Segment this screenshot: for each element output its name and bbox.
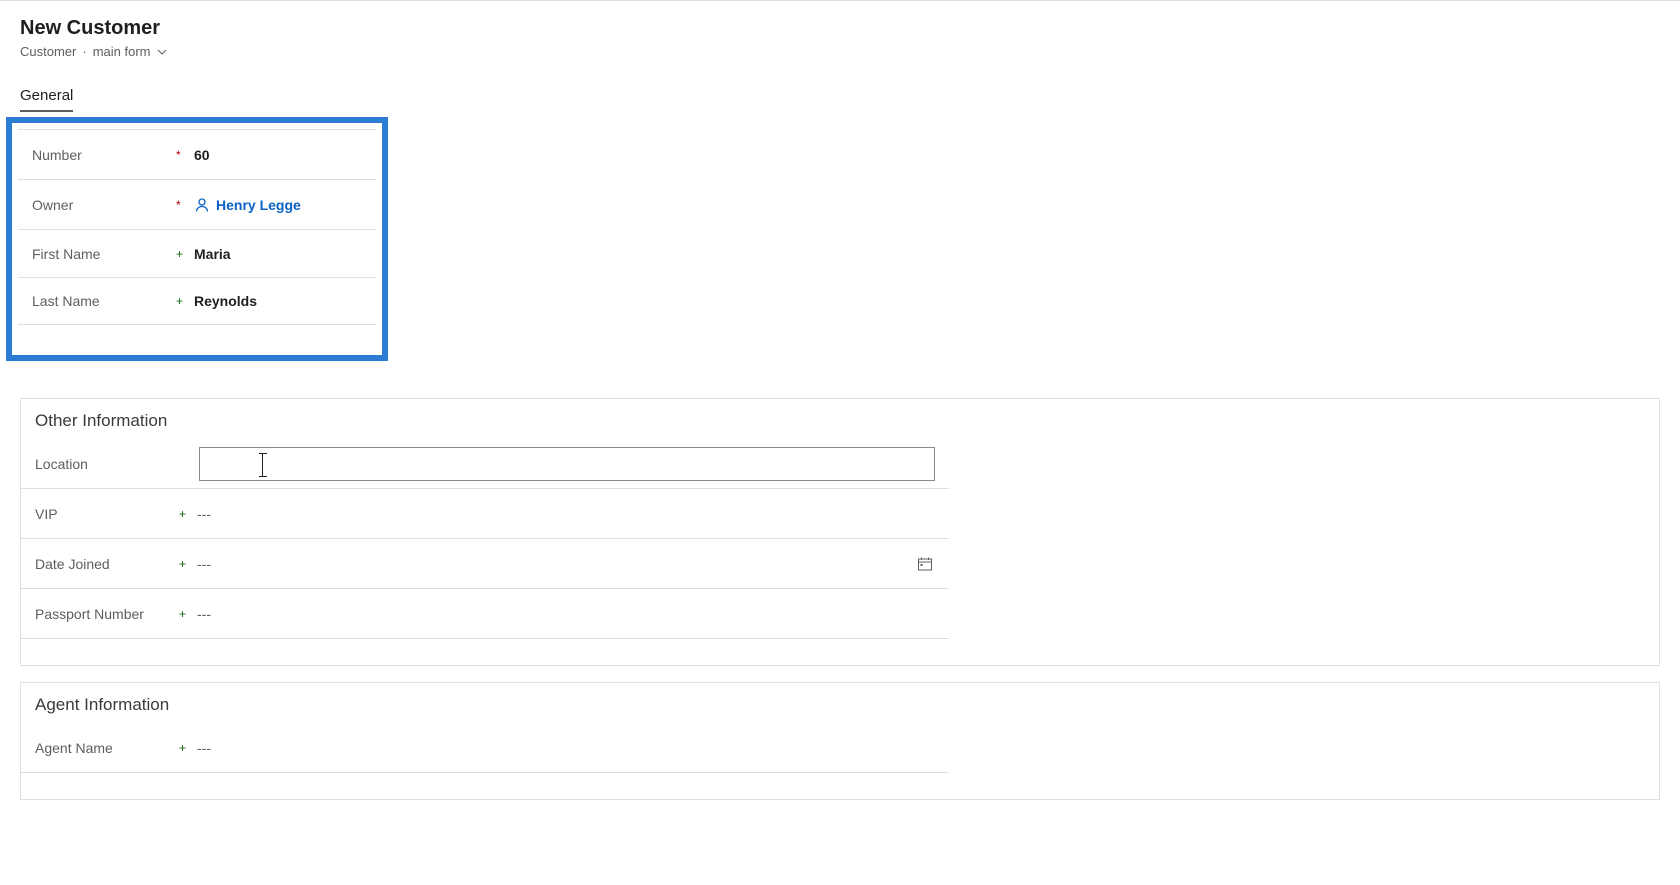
- required-marker: *: [176, 198, 194, 212]
- chevron-down-icon[interactable]: [157, 47, 167, 57]
- optional-marker: +: [176, 247, 194, 261]
- field-value-vip[interactable]: ---: [197, 506, 935, 522]
- field-row-first-name[interactable]: First Name + Maria: [18, 229, 376, 277]
- field-value-number[interactable]: 60: [194, 147, 362, 163]
- optional-marker: +: [179, 741, 197, 755]
- field-row-agent-name[interactable]: Agent Name + ---: [21, 723, 949, 773]
- field-label-date-joined: Date Joined: [35, 556, 179, 572]
- field-row-passport-number[interactable]: Passport Number + ---: [21, 589, 949, 639]
- field-value-owner[interactable]: Henry Legge: [194, 197, 362, 213]
- field-row-owner[interactable]: Owner * Henry Legge: [18, 179, 376, 229]
- field-value-last-name[interactable]: Reynolds: [194, 293, 362, 309]
- tab-general[interactable]: General: [20, 87, 73, 112]
- breadcrumb-separator: ·: [82, 44, 86, 59]
- general-fields-highlight: Number * 60 Owner * Henry Legge First Na…: [6, 117, 388, 361]
- field-label-passport-number: Passport Number: [35, 606, 179, 622]
- field-label-number: Number: [32, 147, 176, 163]
- optional-marker: +: [179, 557, 197, 571]
- page-title: New Customer: [20, 17, 1660, 40]
- breadcrumb-entity: Customer: [20, 44, 76, 59]
- optional-marker: +: [179, 507, 197, 521]
- person-icon: [194, 197, 210, 213]
- section-title-agent: Agent Information: [21, 683, 1659, 723]
- text-cursor-icon: [262, 454, 272, 476]
- field-label-agent-name: Agent Name: [35, 740, 179, 756]
- field-row-location[interactable]: Location: [21, 439, 949, 489]
- field-label-location: Location: [35, 456, 199, 472]
- field-value-passport-number[interactable]: ---: [197, 606, 935, 622]
- field-row-date-joined[interactable]: Date Joined + ---: [21, 539, 949, 589]
- field-value-agent-name[interactable]: ---: [197, 740, 935, 756]
- field-row-last-name[interactable]: Last Name + Reynolds: [18, 277, 376, 325]
- calendar-icon[interactable]: [917, 556, 935, 572]
- section-other-information: Other Information Location VIP + --- Dat…: [20, 398, 1660, 666]
- field-label-owner: Owner: [32, 197, 176, 213]
- field-value-first-name[interactable]: Maria: [194, 246, 362, 262]
- field-label-vip: VIP: [35, 506, 179, 522]
- breadcrumb-form-selector[interactable]: main form: [93, 44, 151, 59]
- field-row-number[interactable]: Number * 60: [18, 129, 376, 179]
- breadcrumb: Customer · main form: [20, 44, 1660, 59]
- section-title-other: Other Information: [21, 399, 1659, 439]
- location-input[interactable]: [199, 447, 935, 481]
- field-value-date-joined[interactable]: ---: [197, 556, 917, 572]
- optional-marker: +: [176, 294, 194, 308]
- required-marker: *: [176, 148, 194, 162]
- owner-link[interactable]: Henry Legge: [216, 197, 301, 213]
- field-row-vip[interactable]: VIP + ---: [21, 489, 949, 539]
- field-label-first-name: First Name: [32, 246, 176, 262]
- section-agent-information: Agent Information Agent Name + ---: [20, 682, 1660, 800]
- field-label-last-name: Last Name: [32, 293, 176, 309]
- optional-marker: +: [179, 607, 197, 621]
